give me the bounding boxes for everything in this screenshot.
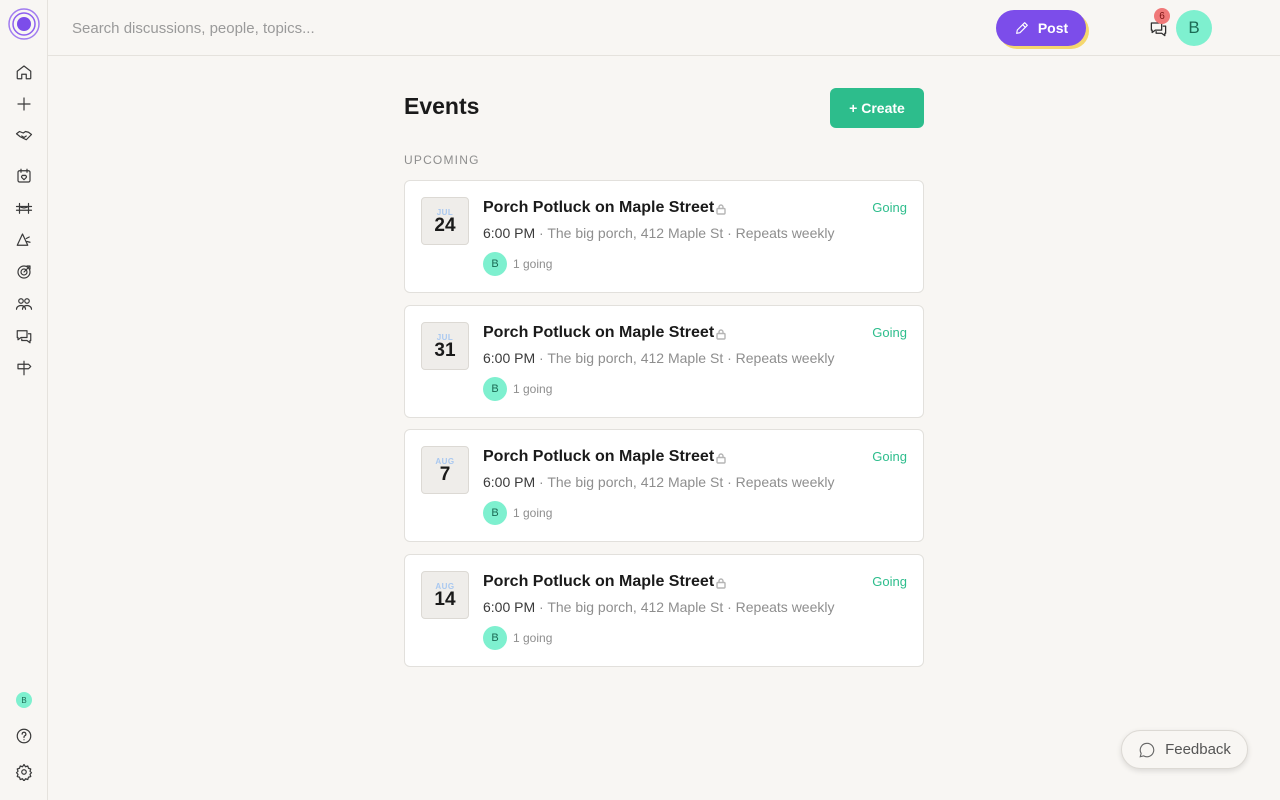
event-time: 6:00 PM — [483, 599, 536, 615]
event-title[interactable]: Porch Potluck on Maple Street — [483, 324, 714, 342]
feedback-button[interactable]: Feedback — [1121, 730, 1248, 769]
event-location: · The big porch, 412 Maple St · — [535, 474, 736, 490]
sidebar-item-connections[interactable] — [12, 124, 36, 148]
sidebar: B — [0, 0, 48, 800]
event-card[interactable]: JUL 31 Porch Potluck on Maple Street Goi… — [404, 305, 924, 418]
lock-icon — [715, 327, 727, 340]
event-location: · The big porch, 412 Maple St · — [535, 225, 736, 241]
people-icon — [15, 298, 33, 310]
calendar-heart-icon — [17, 168, 31, 183]
target-icon — [17, 265, 31, 279]
chat-icon — [16, 330, 32, 344]
event-location: · The big porch, 412 Maple St · — [535, 350, 736, 366]
plus-icon — [17, 97, 31, 111]
chat-bubble-icon — [1139, 742, 1155, 758]
event-time: 6:00 PM — [483, 225, 536, 241]
event-location: · The big porch, 412 Maple St · — [535, 599, 736, 615]
lock-icon — [715, 451, 727, 464]
attendee-count: 1 going — [513, 506, 553, 520]
signpost-icon — [17, 360, 32, 376]
event-title[interactable]: Porch Potluck on Maple Street — [483, 448, 714, 466]
home-icon — [16, 65, 32, 80]
feedback-label: Feedback — [1165, 741, 1231, 758]
attendee-avatar[interactable]: B — [483, 252, 507, 276]
attendee-count: 1 going — [513, 257, 553, 271]
search-input[interactable] — [72, 12, 572, 44]
event-repeat: Repeats weekly — [735, 350, 835, 366]
event-repeat: Repeats weekly — [735, 225, 835, 241]
attendee-count: 1 going — [513, 631, 553, 645]
sidebar-item-guides[interactable] — [12, 356, 36, 380]
sidebar-avatar[interactable]: B — [16, 692, 32, 708]
event-day: 7 — [439, 464, 451, 485]
page-title: Events — [404, 93, 480, 119]
attendee-avatar[interactable]: B — [483, 626, 507, 650]
event-date-box: AUG 7 — [421, 446, 469, 494]
event-date-box: AUG 14 — [421, 571, 469, 619]
event-meta: 6:00 PM · The big porch, 412 Maple St · … — [483, 599, 834, 615]
event-repeat: Repeats weekly — [735, 599, 835, 615]
event-date-box: JUL 24 — [421, 197, 469, 245]
user-avatar[interactable]: B — [1176, 10, 1212, 46]
bridge-icon — [15, 202, 33, 214]
sidebar-item-bridges[interactable] — [12, 196, 36, 220]
attendee-avatar[interactable]: B — [483, 377, 507, 401]
event-day: 14 — [434, 589, 456, 610]
rsvp-status[interactable]: Going — [872, 449, 907, 464]
event-repeat: Repeats weekly — [735, 474, 835, 490]
event-meta: 6:00 PM · The big porch, 412 Maple St · … — [483, 225, 834, 241]
rsvp-status[interactable]: Going — [872, 325, 907, 340]
top-bar — [48, 0, 1280, 56]
sidebar-item-people[interactable] — [12, 292, 36, 316]
sidebar-item-settings[interactable] — [12, 760, 36, 784]
notification-badge: 6 — [1154, 8, 1170, 24]
sidebar-item-events[interactable] — [12, 164, 36, 188]
post-button[interactable]: Post — [996, 10, 1086, 46]
event-time: 6:00 PM — [483, 350, 536, 366]
handshake-icon — [15, 130, 33, 141]
attendee-avatar[interactable]: B — [483, 501, 507, 525]
event-time: 6:00 PM — [483, 474, 536, 490]
create-event-button[interactable]: + Create — [830, 88, 924, 128]
attendee-count: 1 going — [513, 382, 553, 396]
event-meta: 6:00 PM · The big porch, 412 Maple St · … — [483, 474, 834, 490]
logo-icon[interactable] — [8, 8, 40, 40]
pencil-icon — [1015, 22, 1028, 34]
sidebar-item-goals[interactable] — [12, 260, 36, 284]
lock-icon — [715, 202, 727, 215]
event-card[interactable]: AUG 7 Porch Potluck on Maple Street Goin… — [404, 429, 924, 542]
sidebar-item-help[interactable] — [12, 724, 36, 748]
gear-icon — [15, 763, 33, 781]
section-label-upcoming: UPCOMING — [404, 153, 480, 167]
shapes-icon — [16, 233, 31, 246]
lock-icon — [715, 576, 727, 589]
event-card[interactable]: JUL 24 Porch Potluck on Maple Street Goi… — [404, 180, 924, 293]
rsvp-status[interactable]: Going — [872, 200, 907, 215]
help-icon — [16, 728, 32, 744]
event-title[interactable]: Porch Potluck on Maple Street — [483, 573, 714, 591]
event-date-box: JUL 31 — [421, 322, 469, 370]
event-day: 24 — [434, 215, 456, 236]
event-day: 31 — [434, 340, 456, 361]
rsvp-status[interactable]: Going — [872, 574, 907, 589]
sidebar-item-new[interactable] — [12, 92, 36, 116]
event-card[interactable]: AUG 14 Porch Potluck on Maple Street Goi… — [404, 554, 924, 667]
event-meta: 6:00 PM · The big porch, 412 Maple St · … — [483, 350, 834, 366]
sidebar-item-messages[interactable] — [12, 324, 36, 348]
sidebar-item-shapes[interactable] — [12, 228, 36, 252]
sidebar-item-home[interactable] — [12, 60, 36, 84]
post-button-label: Post — [1037, 20, 1069, 36]
event-title[interactable]: Porch Potluck on Maple Street — [483, 199, 714, 217]
